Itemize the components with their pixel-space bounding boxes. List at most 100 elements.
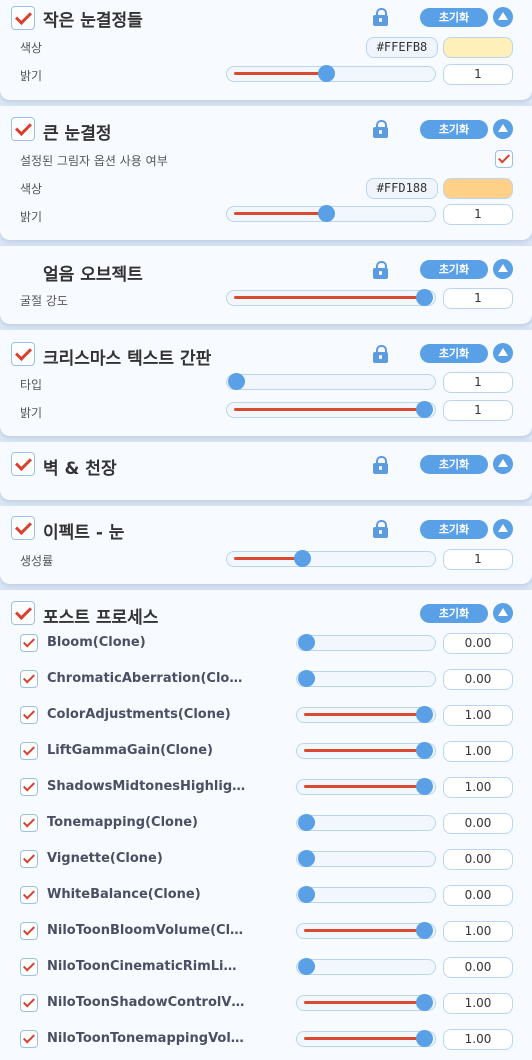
slider-thumb[interactable] [416, 289, 433, 306]
post-process-item-checkbox[interactable] [20, 994, 38, 1012]
post-process-item-checkbox[interactable] [20, 634, 38, 652]
shadow-option-checkbox[interactable] [495, 150, 513, 168]
slider-thumb[interactable] [416, 401, 433, 418]
post-process-item-checkbox[interactable] [20, 814, 38, 832]
brightness-value-field[interactable]: 1 [443, 204, 513, 225]
wall-ceiling-enable-checkbox[interactable] [11, 452, 35, 476]
post-process-item-value[interactable]: 1.00 [443, 705, 513, 726]
post-process-item-value[interactable]: 1.00 [443, 777, 513, 798]
post-process-item-value[interactable]: 1.00 [443, 993, 513, 1014]
slider-thumb[interactable] [228, 373, 245, 390]
slider-thumb[interactable] [298, 886, 315, 903]
post-process-item-checkbox[interactable] [20, 886, 38, 904]
post-process-item-checkbox[interactable] [20, 958, 38, 976]
post-process-item-value[interactable]: 1.00 [443, 1029, 513, 1050]
collapse-icon[interactable] [493, 119, 513, 139]
slider-thumb[interactable] [416, 994, 433, 1011]
post-process-item-slider[interactable] [296, 958, 436, 975]
post-process-item-slider[interactable] [296, 814, 436, 831]
post-process-item-slider[interactable] [296, 706, 436, 723]
slider-thumb[interactable] [298, 670, 315, 687]
slider-thumb[interactable] [416, 778, 433, 795]
post-process-item-checkbox[interactable] [20, 922, 38, 940]
slider-thumb[interactable] [318, 205, 336, 222]
slider-thumb[interactable] [416, 706, 433, 723]
reset-button[interactable]: 초기화 [420, 8, 488, 27]
slider-thumb[interactable] [416, 922, 433, 939]
post-process-item-value[interactable]: 1.00 [443, 741, 513, 762]
post-process-item-value[interactable]: 0.00 [443, 849, 513, 870]
type-slider[interactable] [226, 373, 436, 390]
collapse-icon[interactable] [493, 519, 513, 539]
big-snowflake-enable-checkbox[interactable] [11, 117, 35, 141]
color-hex-field[interactable]: #FFD188 [366, 178, 438, 199]
post-process-item-slider[interactable] [296, 886, 436, 903]
post-process-item-slider[interactable] [296, 634, 436, 651]
post-process-item-name: ChromaticAberration(Clo… [47, 671, 243, 686]
reset-button[interactable]: 초기화 [420, 120, 488, 139]
post-process-item-checkbox[interactable] [20, 850, 38, 868]
lock-icon[interactable] [373, 520, 388, 538]
post-process-item-value[interactable]: 1.00 [443, 921, 513, 942]
reset-button[interactable]: 초기화 [420, 260, 488, 279]
lock-icon[interactable] [373, 261, 388, 279]
rate-slider[interactable] [226, 550, 436, 567]
slider-thumb[interactable] [416, 742, 433, 759]
reset-button[interactable]: 초기화 [420, 520, 488, 539]
post-process-item-checkbox[interactable] [20, 778, 38, 796]
post-process-enable-checkbox[interactable] [11, 601, 35, 625]
post-process-item-checkbox[interactable] [20, 670, 38, 688]
collapse-icon[interactable] [493, 259, 513, 279]
slider-thumb[interactable] [318, 65, 336, 82]
reset-button[interactable]: 초기화 [420, 344, 488, 363]
post-process-item-checkbox[interactable] [20, 1030, 38, 1048]
brightness-slider[interactable] [226, 205, 436, 222]
post-process-item-checkbox[interactable] [20, 742, 38, 760]
lock-icon[interactable] [373, 456, 388, 474]
reset-button[interactable]: 초기화 [420, 455, 488, 474]
lock-icon[interactable] [373, 8, 388, 26]
brightness-value-field[interactable]: 1 [443, 64, 513, 85]
post-process-item-slider[interactable] [296, 922, 436, 939]
color-swatch[interactable] [443, 37, 513, 58]
refraction-slider[interactable] [226, 289, 436, 306]
post-process-item-value[interactable]: 0.00 [443, 813, 513, 834]
christmas-sign-enable-checkbox[interactable] [11, 342, 35, 366]
post-process-item-slider[interactable] [296, 850, 436, 867]
lock-icon[interactable] [373, 345, 388, 363]
post-process-item-value[interactable]: 0.00 [443, 669, 513, 690]
color-hex-field[interactable]: #FFEFB8 [366, 37, 438, 58]
post-process-item-value[interactable]: 0.00 [443, 957, 513, 978]
collapse-icon[interactable] [493, 343, 513, 363]
post-process-item-slider[interactable] [296, 994, 436, 1011]
small-snowflakes-enable-checkbox[interactable] [11, 6, 35, 30]
slider-thumb[interactable] [298, 814, 315, 831]
post-process-item-value[interactable]: 0.00 [443, 633, 513, 654]
collapse-icon[interactable] [493, 7, 513, 27]
type-value-field[interactable]: 1 [443, 372, 513, 393]
collapse-icon[interactable] [493, 603, 513, 623]
slider-thumb[interactable] [298, 634, 315, 651]
refraction-value-field[interactable]: 1 [443, 288, 513, 309]
slider-thumb[interactable] [298, 958, 315, 975]
post-process-item: ColorAdjustments(Clone) 1.00 [0, 705, 532, 733]
slider-thumb[interactable] [293, 550, 311, 567]
color-swatch[interactable] [443, 178, 513, 199]
post-process-item-slider[interactable] [296, 670, 436, 687]
post-process-item-checkbox[interactable] [20, 706, 38, 724]
post-process-item-name: Vignette(Clone) [47, 851, 163, 866]
post-process-item-slider[interactable] [296, 742, 436, 759]
brightness-slider[interactable] [226, 401, 436, 418]
slider-thumb[interactable] [416, 1030, 433, 1047]
brightness-slider[interactable] [226, 65, 436, 82]
collapse-icon[interactable] [493, 454, 513, 474]
reset-button[interactable]: 초기화 [420, 604, 488, 623]
slider-thumb[interactable] [298, 850, 315, 867]
post-process-item-value[interactable]: 0.00 [443, 885, 513, 906]
post-process-item-slider[interactable] [296, 1030, 436, 1047]
post-process-item-slider[interactable] [296, 778, 436, 795]
lock-icon[interactable] [373, 120, 388, 138]
brightness-value-field[interactable]: 1 [443, 400, 513, 421]
effect-snow-enable-checkbox[interactable] [11, 516, 35, 540]
rate-value-field[interactable]: 1 [443, 549, 513, 570]
